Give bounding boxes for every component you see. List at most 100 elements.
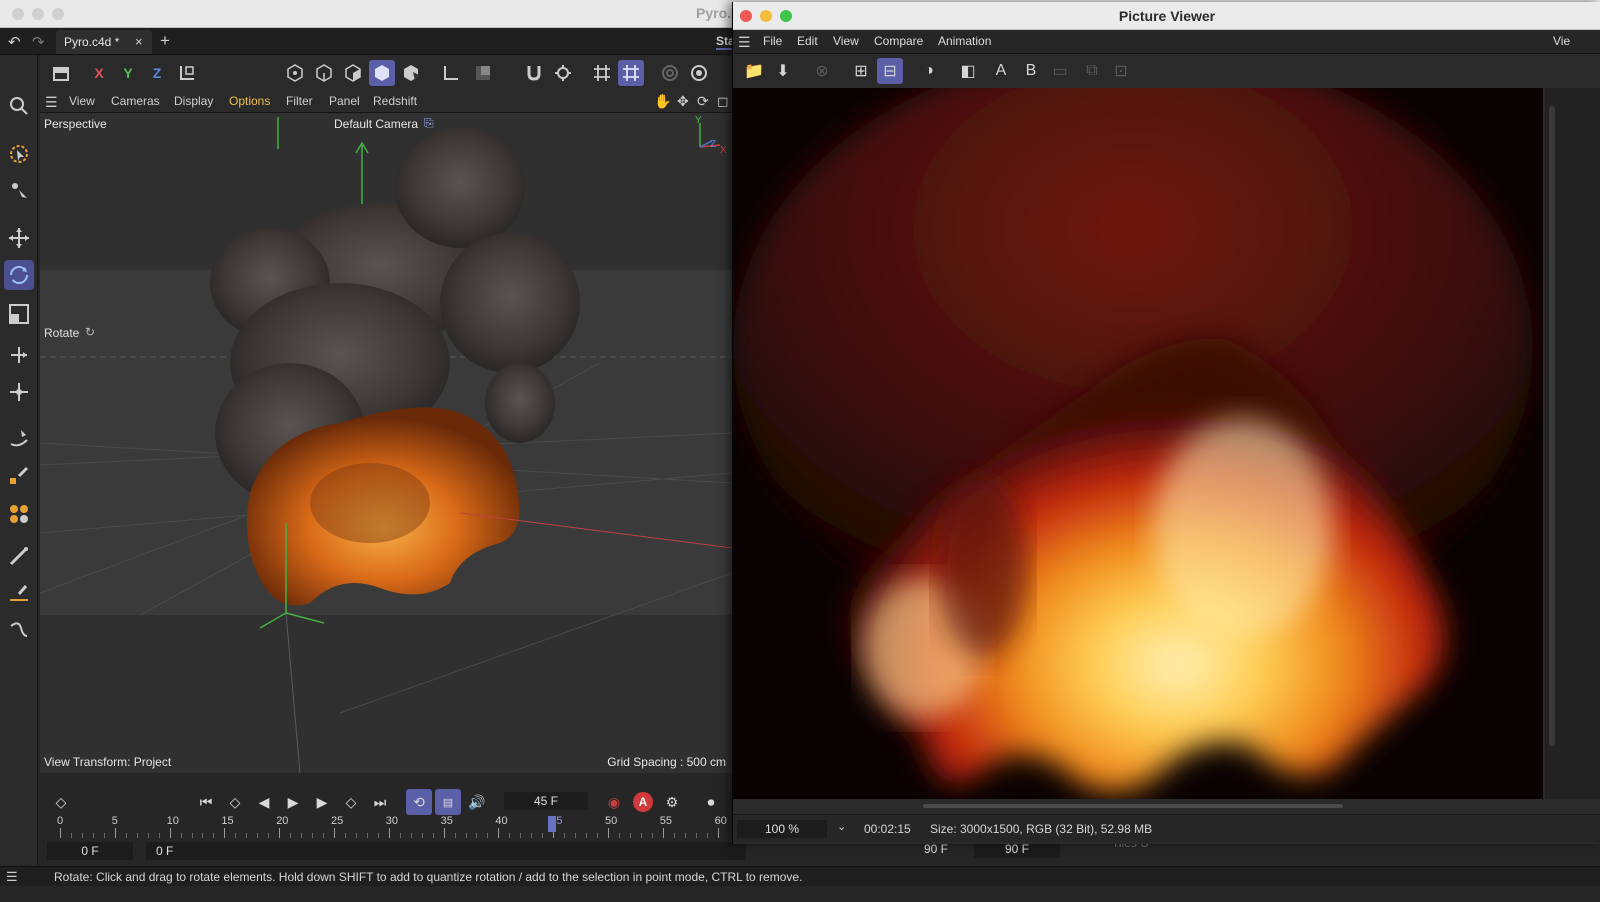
render-settings-icon[interactable] bbox=[686, 60, 712, 86]
move-tool-icon[interactable] bbox=[4, 223, 34, 253]
cloner-tool-icon[interactable] bbox=[4, 499, 34, 529]
workplane-icon[interactable] bbox=[589, 60, 615, 86]
play-icon[interactable]: ▶ bbox=[280, 789, 306, 815]
file-tab[interactable]: Pyro.c4d * × bbox=[56, 30, 152, 54]
auto-key-button[interactable]: A bbox=[630, 789, 656, 815]
transfer-tool-icon[interactable] bbox=[4, 340, 34, 370]
menu-redshift[interactable]: Redshift bbox=[373, 94, 417, 108]
dolly-view-icon[interactable]: ✥ bbox=[677, 93, 689, 110]
orbit-view-icon[interactable]: ⟳ bbox=[697, 93, 709, 110]
render-region-icon[interactable] bbox=[657, 60, 683, 86]
tweak-tool-icon[interactable] bbox=[4, 175, 34, 205]
close-tab-icon[interactable]: × bbox=[135, 34, 143, 49]
pan-view-icon[interactable]: ✋ bbox=[654, 93, 671, 110]
render-region-icon[interactable]: ⊞ bbox=[848, 58, 874, 84]
stop-render-icon[interactable]: ⊗ bbox=[809, 58, 835, 84]
perspective-viewport[interactable]: Perspective Default Camera ⎘ Y Z X Rotat… bbox=[40, 113, 732, 773]
minimize-icon[interactable] bbox=[32, 8, 44, 20]
axis-mode-icon[interactable] bbox=[438, 60, 464, 86]
menu-view[interactable]: View bbox=[69, 94, 95, 108]
menu-display[interactable]: Display bbox=[174, 94, 213, 108]
loop-icon[interactable]: ⟲ bbox=[406, 789, 432, 815]
close-icon[interactable] bbox=[12, 8, 24, 20]
status-menu-icon[interactable]: ☰ bbox=[6, 869, 18, 885]
go-to-end-icon[interactable]: ⏭ bbox=[367, 789, 393, 815]
next-frame-icon[interactable]: ▶ bbox=[309, 789, 335, 815]
solo-mode-icon[interactable] bbox=[470, 60, 496, 86]
undo-icon[interactable]: ↶ bbox=[8, 33, 21, 51]
compare-overlay-icon[interactable]: ⧉ bbox=[1079, 58, 1105, 84]
compare-b-button[interactable]: B bbox=[1018, 58, 1044, 84]
start-frame-field[interactable]: 0 F bbox=[47, 842, 133, 860]
key-interpolation-icon[interactable]: ⏺ bbox=[698, 789, 724, 815]
pv-menu-compare[interactable]: Compare bbox=[874, 34, 923, 48]
pv-horizontal-scrollbar[interactable] bbox=[923, 804, 1343, 808]
min-frame-field[interactable]: 0 F bbox=[146, 842, 746, 860]
transform-tool-icon[interactable] bbox=[4, 377, 34, 407]
compare-a-button[interactable]: A bbox=[988, 58, 1014, 84]
playhead[interactable] bbox=[548, 816, 556, 832]
x-axis-lock[interactable]: X bbox=[86, 60, 112, 86]
open-folder-icon[interactable]: 📁 bbox=[741, 58, 767, 84]
menu-filter[interactable]: Filter bbox=[286, 94, 313, 108]
snap-settings-icon[interactable] bbox=[550, 60, 576, 86]
sound-icon[interactable]: 🔊 bbox=[464, 789, 490, 815]
menu-cameras[interactable]: Cameras bbox=[111, 94, 160, 108]
previous-frame-icon[interactable]: ◀ bbox=[251, 789, 277, 815]
model-mode-icon[interactable] bbox=[369, 60, 395, 86]
sketch-tool-icon[interactable] bbox=[4, 461, 34, 491]
go-to-start-icon[interactable]: ⏮ bbox=[193, 789, 219, 815]
knife-tool-icon[interactable] bbox=[4, 577, 34, 607]
snapping-icon[interactable] bbox=[521, 60, 547, 86]
pv-menu-animation[interactable]: Animation bbox=[938, 34, 991, 48]
rotate-tool-icon[interactable] bbox=[4, 260, 34, 290]
edges-mode-icon[interactable] bbox=[311, 60, 337, 86]
camera-label[interactable]: Default Camera bbox=[334, 117, 418, 131]
pv-menu-view[interactable]: View bbox=[833, 34, 859, 48]
playback-rate-icon[interactable]: ▤ bbox=[435, 789, 461, 815]
compare-split-icon[interactable]: ◧ bbox=[955, 58, 981, 84]
object-manager-icon[interactable] bbox=[48, 60, 74, 86]
y-axis-lock[interactable]: Y bbox=[115, 60, 141, 86]
current-frame-field[interactable]: 45 F bbox=[504, 792, 588, 810]
pv-hamburger-icon[interactable]: ☰ bbox=[738, 34, 751, 51]
zoom-dropdown-icon[interactable]: ⌄ bbox=[837, 820, 846, 833]
pv-menu-view-partial[interactable]: Vie bbox=[1553, 34, 1570, 48]
texture-mode-icon[interactable] bbox=[398, 60, 424, 86]
render-view-icon[interactable]: ⊟ bbox=[877, 58, 903, 84]
save-image-icon[interactable]: ⬇ bbox=[770, 58, 796, 84]
polygons-mode-icon[interactable] bbox=[340, 60, 366, 86]
coordinate-system-icon[interactable] bbox=[174, 60, 200, 86]
new-tab-icon[interactable]: + bbox=[160, 31, 170, 51]
z-axis-lock[interactable]: Z bbox=[144, 60, 170, 86]
zoom-field[interactable]: 100 % bbox=[737, 820, 827, 838]
ruler-minor-tick bbox=[323, 833, 325, 838]
previous-key-icon[interactable]: ◇ bbox=[222, 789, 248, 815]
zoom-icon[interactable] bbox=[52, 8, 64, 20]
spline-sketch-icon[interactable] bbox=[4, 615, 34, 645]
redo-icon[interactable]: ↷ bbox=[32, 33, 45, 51]
compare-diff-icon[interactable]: ⊡ bbox=[1108, 58, 1134, 84]
menu-options[interactable]: Options bbox=[229, 94, 270, 108]
pv-side-scrollbar[interactable] bbox=[1549, 106, 1555, 746]
compare-swap-icon[interactable]: ▭ bbox=[1047, 58, 1073, 84]
pv-menu-file[interactable]: File bbox=[763, 34, 782, 48]
next-key-icon[interactable]: ◇ bbox=[338, 789, 364, 815]
search-icon[interactable] bbox=[4, 91, 34, 121]
timeline-ruler[interactable]: 0 5 10 15 20 25 30 35 40 45 50 55 60 bbox=[40, 814, 740, 840]
record-icon[interactable]: ◉ bbox=[601, 789, 627, 815]
pv-menu-edit[interactable]: Edit bbox=[797, 34, 818, 48]
brush-icon[interactable] bbox=[4, 541, 34, 571]
rendered-image[interactable] bbox=[733, 88, 1543, 799]
spline-pen-icon[interactable] bbox=[4, 423, 34, 453]
live-selection-icon[interactable] bbox=[4, 139, 34, 169]
key-settings-icon[interactable]: ⚙ bbox=[659, 789, 685, 815]
menu-panel[interactable]: Panel bbox=[329, 94, 360, 108]
scale-tool-icon[interactable] bbox=[4, 299, 34, 329]
keyframe-icon[interactable]: ◇ bbox=[48, 789, 74, 815]
hamburger-menu-icon[interactable]: ☰ bbox=[45, 94, 58, 111]
maximize-view-icon[interactable]: ◻ bbox=[717, 93, 729, 110]
grid-snap-icon[interactable] bbox=[618, 60, 644, 86]
display-lut-icon[interactable]: ◑ bbox=[916, 58, 942, 84]
points-mode-icon[interactable] bbox=[282, 60, 308, 86]
